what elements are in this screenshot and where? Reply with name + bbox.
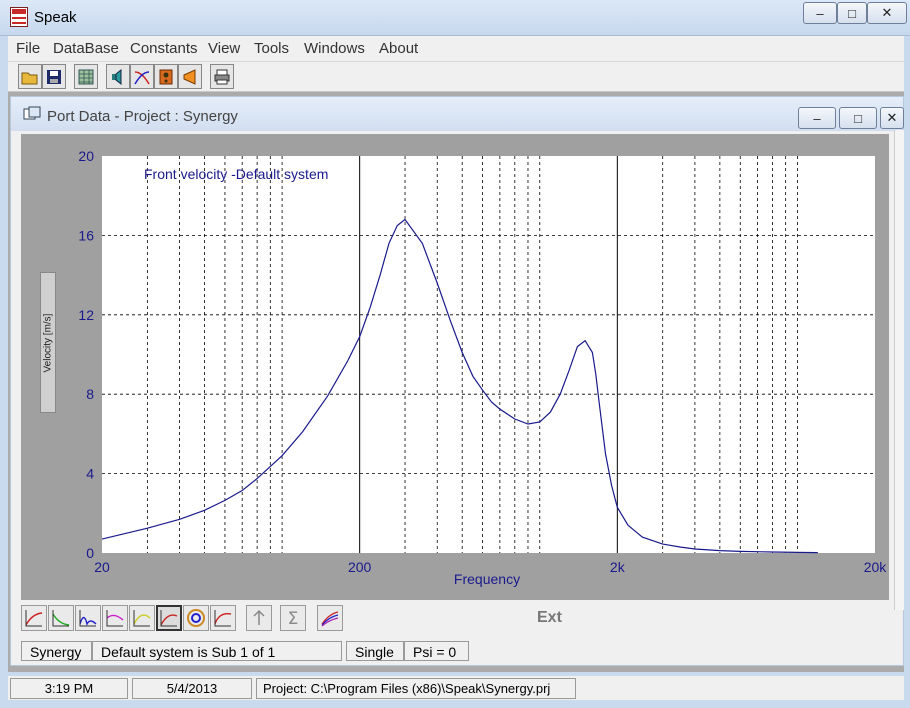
system-info-cell: Default system is Sub 1 of 1 <box>92 641 342 661</box>
save-icon[interactable] <box>42 64 66 89</box>
plot-impedance-icon[interactable] <box>75 605 101 631</box>
app-title: Speak <box>34 9 77 26</box>
window-icon <box>23 106 41 126</box>
close-icon: ✕ <box>886 110 898 125</box>
plot-polar-icon[interactable] <box>183 605 209 631</box>
close-icon: ✕ <box>881 5 893 20</box>
maximize-button[interactable]: □ <box>837 2 867 24</box>
ext-button[interactable]: Ext <box>537 609 562 627</box>
plot-tools-bar: Σ Ext <box>21 601 889 641</box>
mdi-workspace: Port Data - Project : Synergy ‒ □ ✕ Velo… <box>8 92 904 672</box>
plot-panel: Velocity [m/s] 0 4 8 12 16 20 20 200 2k 20k Front… <box>21 134 889 600</box>
child-vertical-scrollbar[interactable] <box>894 130 904 610</box>
overlay-curves-icon[interactable] <box>317 605 343 631</box>
crossover-icon[interactable] <box>130 64 154 89</box>
maximize-icon: □ <box>848 5 856 21</box>
child-minimize-button[interactable]: ‒ <box>798 107 836 129</box>
menu-tools[interactable]: Tools <box>254 40 289 57</box>
plot-excursion-icon[interactable] <box>129 605 155 631</box>
open-folder-icon[interactable] <box>18 64 42 89</box>
app-statusbar: 3:19 PM 5/4/2013 Project: C:\Program Fil… <box>8 676 904 700</box>
plot-area <box>102 156 875 553</box>
psi-cell: Psi = 0 <box>404 641 469 661</box>
close-button[interactable]: ✕ <box>867 2 907 24</box>
plot-port-velocity-icon[interactable] <box>156 605 182 631</box>
system-status-row: Synergy Default system is Sub 1 of 1 Sin… <box>21 641 889 663</box>
sum-icon[interactable]: Σ <box>280 605 306 631</box>
menu-view[interactable]: View <box>208 40 240 57</box>
port-data-window: Port Data - Project : Synergy ‒ □ ✕ Velo… <box>10 96 904 666</box>
speak-app-icon <box>10 7 28 27</box>
child-maximize-button[interactable]: □ <box>839 107 877 129</box>
menu-about[interactable]: About <box>379 40 418 57</box>
y-tick-label: 12 <box>78 307 94 323</box>
menu-bar: File DataBase Constants View Tools Windo… <box>8 36 904 62</box>
menu-database[interactable]: DataBase <box>53 40 119 57</box>
status-time: 3:19 PM <box>10 678 128 699</box>
app-titlebar: Speak ‒ □ ✕ <box>0 0 910 36</box>
svg-text:Σ: Σ <box>288 609 299 628</box>
grid-icon[interactable] <box>74 64 98 89</box>
up-arrow-icon[interactable] <box>246 605 272 631</box>
minimize-icon: ‒ <box>813 110 821 126</box>
child-close-button[interactable]: ✕ <box>880 107 904 129</box>
minimize-button[interactable]: ‒ <box>803 2 837 24</box>
x-tick-label: 20k <box>864 559 888 575</box>
menu-file[interactable]: File <box>16 40 40 57</box>
y-tick-label: 4 <box>86 466 94 482</box>
x-tick-label: 200 <box>348 559 372 575</box>
x-tick-label: 2k <box>610 559 626 575</box>
y-tick-label: 0 <box>86 545 94 561</box>
x-tick-label: 20 <box>94 559 110 575</box>
y-tick-label: 20 <box>78 148 94 164</box>
menu-constants[interactable]: Constants <box>130 40 198 57</box>
minimize-icon: ‒ <box>816 5 824 21</box>
project-name-cell: Synergy <box>21 641 92 661</box>
menu-windows[interactable]: Windows <box>304 40 365 57</box>
plot-decay-icon[interactable] <box>48 605 74 631</box>
y-tick-label: 16 <box>78 227 94 243</box>
plot-group-delay-icon[interactable] <box>210 605 236 631</box>
main-toolbar <box>8 62 904 92</box>
horn-icon[interactable] <box>178 64 202 89</box>
maximize-icon: □ <box>854 110 862 126</box>
child-window-title: Port Data - Project : Synergy <box>47 108 238 125</box>
box-icon[interactable] <box>154 64 178 89</box>
status-date: 5/4/2013 <box>132 678 252 699</box>
chart-title: Front velocity -Default system <box>144 166 328 182</box>
plot-phase-icon[interactable] <box>102 605 128 631</box>
print-icon[interactable] <box>210 64 234 89</box>
velocity-chart: 0 4 8 12 16 20 20 200 2k 20k Front velocity -Defa… <box>78 148 888 587</box>
y-tick-label: 8 <box>86 386 94 402</box>
child-titlebar: Port Data - Project : Synergy ‒ □ ✕ <box>11 97 904 131</box>
mode-cell: Single <box>346 641 404 661</box>
status-project-path: Project: C:\Program Files (x86)\Speak\Sy… <box>256 678 576 699</box>
x-axis-label: Frequency <box>454 571 520 587</box>
speaker-icon[interactable] <box>106 64 130 89</box>
plot-response-icon[interactable] <box>21 605 47 631</box>
